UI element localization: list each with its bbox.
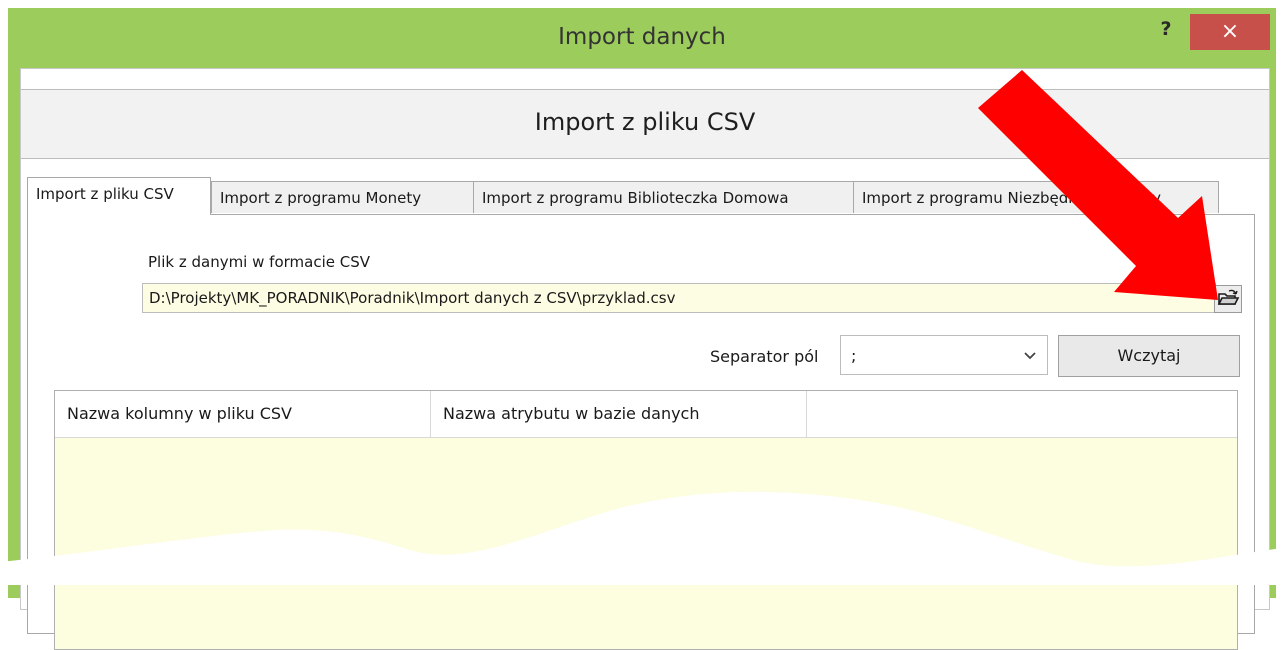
load-button[interactable]: Wczytaj: [1058, 335, 1240, 377]
separator-value: ;: [851, 346, 857, 365]
tab-import-biblioteczka[interactable]: Import z programu Biblioteczka Domowa: [473, 181, 855, 213]
help-button[interactable]: ?: [1154, 18, 1178, 46]
file-path-label: Plik z danymi w formacie CSV: [148, 253, 370, 271]
tab-import-monety[interactable]: Import z programu Monety: [211, 181, 475, 213]
chevron-down-icon: [1024, 352, 1036, 360]
tab-import-csv[interactable]: Import z pliku CSV: [27, 177, 211, 215]
grid-column-header: [807, 391, 1237, 437]
separator-label: Separator pól: [710, 347, 819, 366]
red-arrow-annotation: [978, 70, 1218, 300]
grid-header: Nazwa kolumny w pliku CSV Nazwa atrybutu…: [55, 391, 1237, 438]
grid-column-header[interactable]: Nazwa kolumny w pliku CSV: [55, 391, 431, 437]
title-bar[interactable]: Import danych ? ×: [8, 8, 1276, 64]
separator-select[interactable]: ;: [840, 335, 1048, 375]
window-title: Import danych: [558, 24, 726, 50]
grid-column-header[interactable]: Nazwa atrybutu w bazie danych: [431, 391, 807, 437]
close-button[interactable]: ×: [1190, 14, 1270, 50]
torn-edge-decoration: [0, 491, 1282, 585]
